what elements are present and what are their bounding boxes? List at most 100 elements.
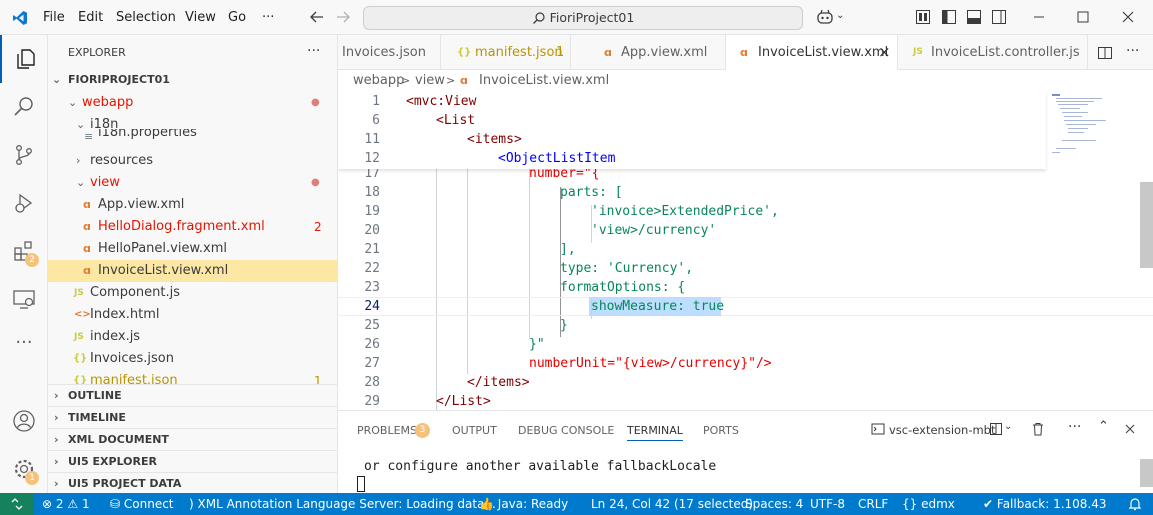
explorer-title: EXPLORER [68,46,126,59]
warning-icon: ⚠ [67,497,79,511]
editor-more-icon[interactable]: ··· [1126,43,1139,59]
cursor-position[interactable]: Ln 24, Col 42 (17 selected) [591,493,753,515]
tree-file-component-js[interactable]: JS Component.js [48,282,337,304]
explorer-activity-icon[interactable] [0,35,48,83]
tab-manifest-json[interactable]: {} manifest.json 1 [441,35,571,70]
extensions-badge: 2 [25,253,39,267]
run-debug-activity-icon[interactable] [0,179,48,227]
minimize-window-icon[interactable] [1030,8,1048,26]
tab-invoicelist-controller[interactable]: JS InvoiceList.controller.js [898,35,1088,70]
json-file-icon: {} [457,47,472,58]
section-xml-document[interactable]: › XML DOCUMENT [48,428,337,450]
ui5-fallback-status[interactable]: ✔ Fallback: 1.108.43 [983,493,1107,515]
breadcrumb-view[interactable]: view [415,70,445,92]
chevron-right-icon: › [54,389,59,402]
project-header[interactable]: ⌄ FIORIPROJECT01 [48,69,337,91]
customize-layout-icon[interactable] [914,8,932,26]
menu-file[interactable]: File [43,10,65,25]
accounts-icon[interactable] [0,397,48,445]
section-timeline[interactable]: › TIMELINE [48,406,337,428]
panel-tab-output[interactable]: OUTPUT [452,424,497,437]
toggle-panel-icon[interactable] [965,8,983,26]
maximize-window-icon[interactable] [1074,8,1092,26]
section-ui5-explorer[interactable]: › UI5 EXPLORER [48,450,337,472]
notifications-bell-icon[interactable] [1128,497,1142,511]
tree-file-index-js[interactable]: JS index.js [48,326,337,348]
panel-tab-terminal[interactable]: TERMINAL [627,424,683,441]
encoding-status[interactable]: UTF-8 [810,493,845,515]
tree-file-hellopanel-view[interactable]: ɑ HelloPanel.view.xml [48,238,337,260]
section-ui5-project-data[interactable]: › UI5 PROJECT DATA [48,472,337,493]
eol-status[interactable]: CRLF [858,493,888,515]
manage-gear-icon[interactable]: 1 [0,445,48,493]
remote-explorer-activity-icon[interactable] [0,275,48,323]
panel-tab-ports[interactable]: PORTS [703,424,739,437]
maximize-panel-chevron-up-icon[interactable]: ⌃ [1098,419,1109,434]
toggle-secondary-sidebar-icon[interactable] [990,8,1008,26]
terminal-cursor [357,476,365,492]
toggle-primary-sidebar-icon[interactable] [940,8,958,26]
indentation-status[interactable]: Spaces: 4 [745,493,803,515]
tab-app-view[interactable]: ɑ App.view.xml [571,35,726,70]
menu-view[interactable]: View [185,10,216,25]
editor-scrollbar-thumb[interactable] [1140,182,1153,268]
copilot-chevron-down-icon[interactable]: ⌄ [836,10,844,21]
code-editor[interactable]: 1 <mvc:View 6 <List 11 <items> 12 <Objec… [338,92,1153,410]
terminal-icon [871,423,885,435]
panel-more-icon[interactable]: ··· [1068,419,1081,435]
command-center-search[interactable]: FioriProject01 [363,6,803,30]
more-activities-icon[interactable]: ··· [0,323,48,371]
explorer-more-icon[interactable]: ··· [307,43,320,59]
bottom-panel: PROBLEMS 3 OUTPUT DEBUG CONSOLE TERMINAL… [338,410,1153,493]
tree-file-invoices-json[interactable]: {} Invoices.json [48,348,337,370]
back-arrow-icon[interactable] [308,8,326,26]
tree-file-hellodialog-fragment[interactable]: ɑ HelloDialog.fragment.xml 2 [48,216,337,238]
breadcrumb: webapp > view > ɑ InvoiceList.view.xml [338,70,1153,92]
extensions-activity-icon[interactable]: 2 [0,227,48,275]
language-mode[interactable]: {} edmx [902,493,955,515]
close-window-icon[interactable] [1119,8,1137,26]
trash-icon[interactable] [1031,422,1045,436]
close-panel-icon[interactable] [1124,423,1136,435]
java-status[interactable]: 👍 Java: Ready [479,493,568,515]
menu-more-icon[interactable]: ··· [262,10,274,25]
panel-tab-problems[interactable]: PROBLEMS [357,424,417,437]
tree-file-app-view[interactable]: ɑ App.view.xml [48,194,337,216]
tree-folder-resources[interactable]: › resources [48,150,337,172]
tree-file-index-html[interactable]: <> Index.html [48,304,337,326]
breadcrumb-file[interactable]: InvoiceList.view.xml [479,70,609,92]
tab-close-icon[interactable]: × [878,35,891,69]
section-outline[interactable]: › OUTLINE [48,384,337,406]
connect-status[interactable]: ⛁ Connect [110,493,174,515]
breadcrumb-webapp[interactable]: webapp [353,70,404,92]
tab-invoices-json[interactable]: Invoices.json [338,35,441,70]
minimap[interactable] [1050,92,1140,162]
menu-edit[interactable]: Edit [78,10,103,25]
copilot-icon[interactable] [816,8,834,26]
problem-count-badge: 2 [314,220,322,234]
problems-status[interactable]: ⊗ 2 ⚠ 1 [42,493,90,515]
menu-go[interactable]: Go [228,10,246,25]
search-activity-icon[interactable] [0,83,48,131]
explorer-sidebar: EXPLORER ··· ⌄ FIORIPROJECT01 ⌄ webapp ●… [48,35,338,493]
split-terminal-icon[interactable] [989,422,1003,436]
current-line-highlight [338,297,1153,316]
tree-file-i18n-properties[interactable]: ≡ i18n.properties [48,129,337,145]
forward-arrow-icon[interactable] [334,8,352,26]
manage-badge: 1 [25,471,39,485]
tab-invoicelist-view[interactable]: ɑ InvoiceList.view.xml × [726,35,898,70]
tree-folder-view[interactable]: ⌄ view ● [48,172,337,194]
tree-file-invoicelist-view[interactable]: ɑ InvoiceList.view.xml [48,260,337,282]
terminal-scrollbar-thumb[interactable] [1140,459,1153,487]
remote-indicator[interactable] [0,493,34,515]
menu-selection[interactable]: Selection [116,10,176,25]
split-editor-icon[interactable] [1097,45,1113,61]
source-control-activity-icon[interactable] [0,131,48,179]
chevron-right-icon: › [54,477,59,490]
xml-server-status[interactable]: ) XML Annotation Language Server: Loadin… [189,493,496,515]
tree-file-manifest-json[interactable]: {} manifest.json 1 [48,370,337,384]
chevron-down-icon[interactable]: ⌄ [1004,421,1012,432]
tree-folder-webapp[interactable]: ⌄ webapp ● [48,92,337,114]
panel-tab-debug-console[interactable]: DEBUG CONSOLE [518,424,614,437]
terminal-name[interactable]: vsc-extension-mbt [889,423,996,437]
